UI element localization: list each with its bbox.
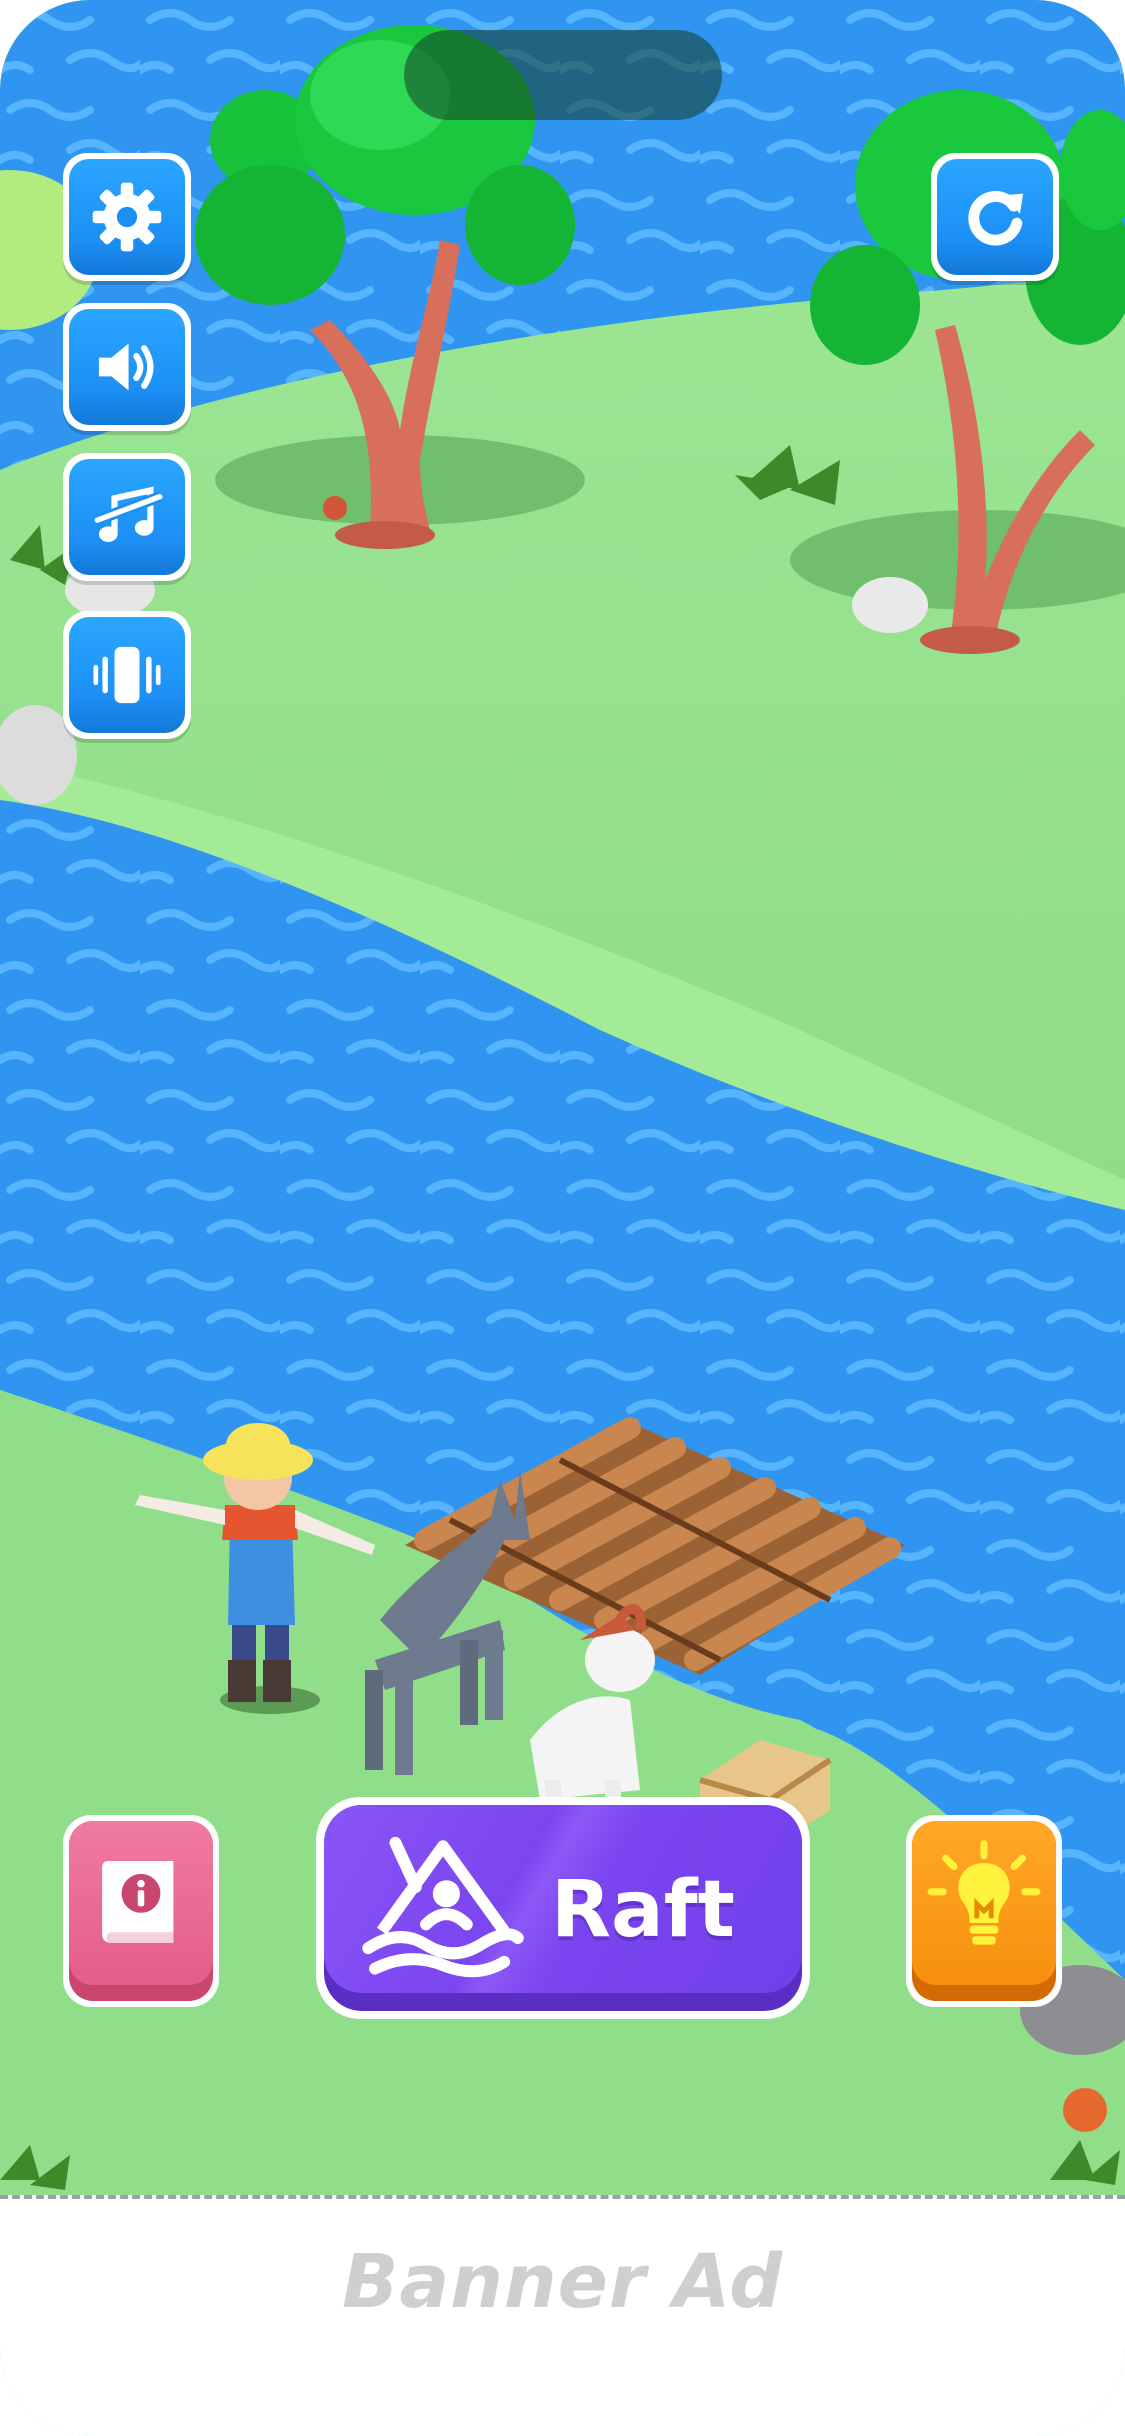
kayak-icon [362,1836,524,1978]
settings-button[interactable] [63,153,191,281]
sound-button[interactable] [63,303,191,431]
device-notch [404,30,722,120]
restart-button[interactable] [931,153,1059,281]
music-button[interactable] [63,453,191,581]
info-book-icon [102,1860,174,1944]
music-muted-icon [94,486,163,542]
game-screen: Raft Banner Ad [0,0,1125,2436]
lightbulb-icon [927,1840,1041,1945]
banner-ad[interactable]: Banner Ad [0,2195,1125,2436]
vibration-button[interactable] [63,611,191,739]
info-button[interactable] [63,1815,219,2007]
rock-top [852,577,928,633]
banner-ad-label: Banner Ad [341,2239,784,2325]
vibration-icon [93,646,161,704]
gear-icon [92,182,162,252]
raft-button[interactable]: Raft [316,1797,810,2019]
raft-button-label: Raft [551,1865,735,1955]
restart-icon [968,191,1024,246]
speaker-icon [98,343,154,391]
hint-button[interactable] [906,1815,1062,2007]
